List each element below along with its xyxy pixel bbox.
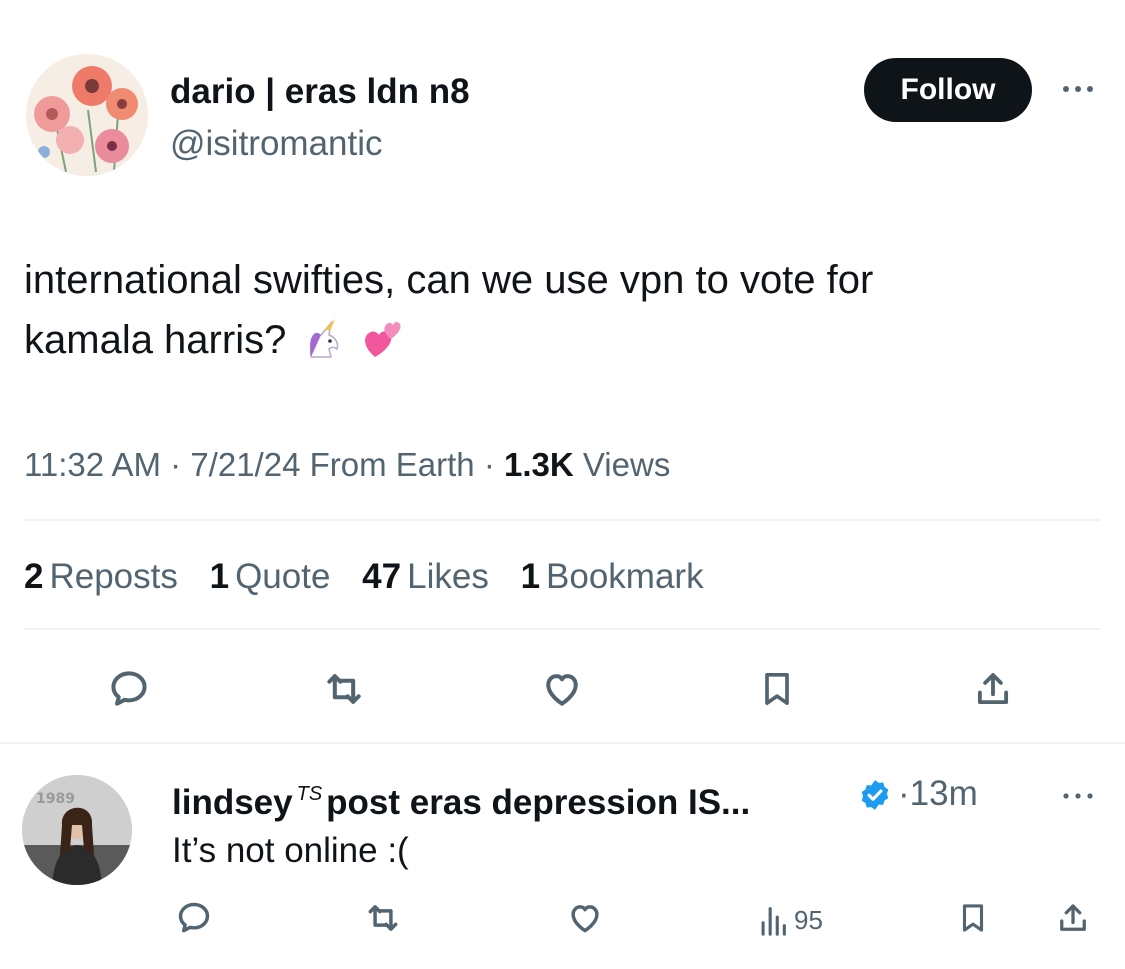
- reply-repost-icon[interactable]: [360, 896, 406, 940]
- tweet-meta: 11:32 AM · 7/21/24 From Earth · 1.3K Vie…: [24, 443, 670, 487]
- tweet-date[interactable]: 7/21/24: [190, 446, 300, 483]
- reply-text: It’s not online :(: [172, 831, 409, 870]
- tweet-text-line-1: international swifties, can we use vpn t…: [24, 258, 874, 302]
- meta-separator: ·: [483, 446, 495, 483]
- ts-mark: TS: [296, 783, 323, 805]
- follow-button[interactable]: Follow: [864, 58, 1032, 122]
- tweet-text-line-2: kamala harris?: [24, 318, 287, 362]
- reply-icon[interactable]: [104, 664, 154, 714]
- divider: [24, 628, 1101, 630]
- meta-separator: ·: [170, 446, 182, 483]
- author-handle[interactable]: @isitromantic: [170, 122, 383, 166]
- reply-avatar-photo: 1989: [22, 775, 132, 885]
- reply-share-icon[interactable]: [1052, 896, 1094, 940]
- repost-icon[interactable]: [318, 664, 370, 714]
- reply-bookmark-icon[interactable]: [952, 896, 994, 940]
- reply-more-options-icon[interactable]: [1058, 784, 1098, 808]
- svg-text:1989: 1989: [36, 791, 75, 807]
- quotes-stat[interactable]: 1 Quote: [210, 557, 331, 596]
- tweet-source: From Earth: [309, 446, 475, 483]
- revolving-hearts-emoji-icon: [361, 317, 405, 361]
- reply-views-count: 95: [794, 904, 823, 935]
- share-icon[interactable]: [968, 664, 1018, 714]
- like-icon[interactable]: [536, 664, 588, 714]
- views-icon: [761, 907, 786, 936]
- bookmarks-stat[interactable]: 1 Bookmark: [521, 557, 704, 596]
- tweet-time[interactable]: 11:32 AM: [24, 446, 161, 483]
- divider: [0, 742, 1125, 744]
- more-options-icon[interactable]: [1058, 74, 1098, 104]
- reply-author-avatar[interactable]: 1989: [22, 775, 132, 885]
- reply-timestamp[interactable]: ·13m: [898, 772, 978, 816]
- reply-views[interactable]: 95: [758, 898, 823, 942]
- unicorn-emoji-icon: [301, 317, 345, 361]
- verified-badge-icon: [858, 778, 892, 812]
- likes-stat[interactable]: 47 Likes: [362, 557, 489, 596]
- reposts-stat[interactable]: 2 Reposts: [24, 557, 178, 596]
- views-count: 1.3K: [504, 446, 574, 483]
- author-avatar[interactable]: [26, 54, 148, 176]
- poppy-flowers-image: [26, 54, 148, 176]
- tweet-text: international swifties, can we use vpn t…: [24, 250, 1084, 370]
- engagement-stats: 2 Reposts 1 Quote 47 Likes 1 Bookmark: [24, 555, 726, 599]
- divider: [24, 519, 1101, 521]
- views-label: Views: [582, 446, 671, 483]
- reply-reply-icon[interactable]: [172, 896, 216, 940]
- bookmark-icon[interactable]: [752, 664, 802, 714]
- reply-author-name[interactable]: lindsey TS post eras depression IS...: [172, 772, 750, 825]
- author-display-name[interactable]: dario | eras ldn n8: [170, 70, 470, 114]
- reply-like-icon[interactable]: [562, 896, 608, 940]
